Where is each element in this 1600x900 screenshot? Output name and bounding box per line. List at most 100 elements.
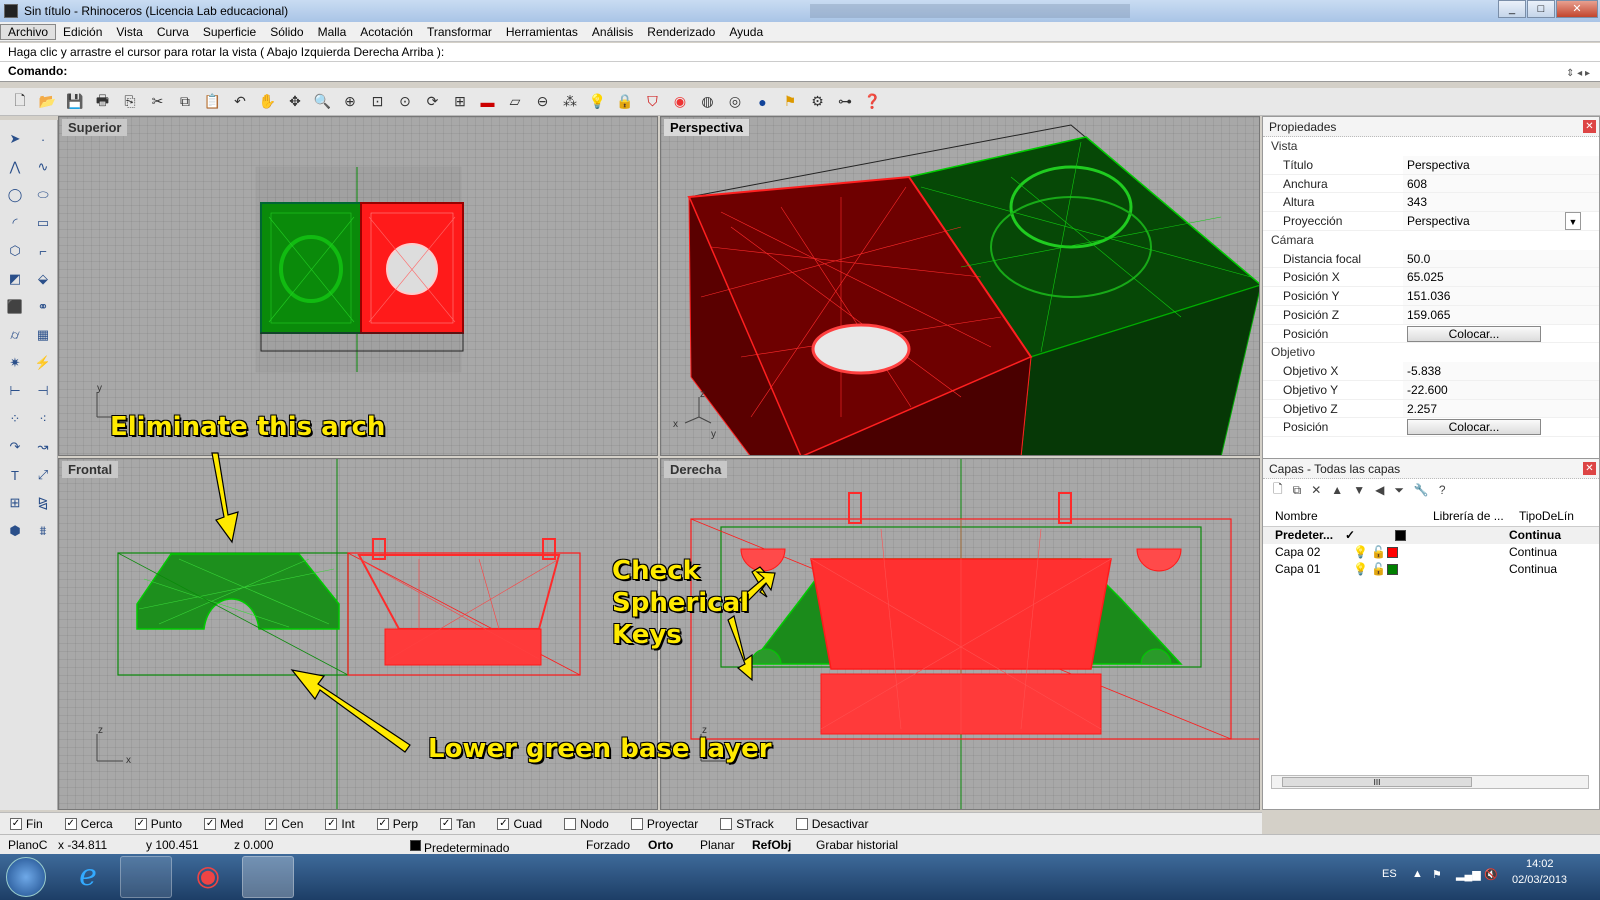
- scale-icon[interactable]: ⤢: [32, 464, 54, 486]
- sphere-wire-icon[interactable]: ◍: [696, 91, 720, 113]
- tools-icon[interactable]: 🔧: [1414, 483, 1429, 497]
- status-orto[interactable]: Orto: [648, 838, 673, 852]
- status-layer[interactable]: Predeterminado: [410, 838, 509, 855]
- chrome-icon[interactable]: ◉: [182, 856, 234, 898]
- new-sublayer-icon[interactable]: ⧉: [1293, 483, 1302, 498]
- light-bulb-icon[interactable]: 💡: [1353, 561, 1371, 578]
- osnap-cen[interactable]: ✓ Cen: [265, 817, 303, 831]
- move-icon[interactable]: ✥: [283, 91, 307, 113]
- clock-date[interactable]: 02/03/2013: [1512, 874, 1567, 886]
- menu-edicion[interactable]: Edición: [56, 25, 109, 39]
- four-viewports-icon[interactable]: ⊞: [448, 91, 472, 113]
- osnap-proyectar[interactable]: Proyectar: [630, 817, 698, 831]
- flag-icon[interactable]: ⚑: [1432, 868, 1442, 881]
- osnap-tan[interactable]: ✓ Tan: [440, 817, 475, 831]
- tray-arrow-icon[interactable]: ▲: [1412, 868, 1423, 880]
- render-sphere-icon[interactable]: ◎: [723, 91, 747, 113]
- snap-icon[interactable]: ⊖: [531, 91, 555, 113]
- prop-value[interactable]: -5.838: [1403, 362, 1599, 380]
- fillet-curve-icon[interactable]: ⌐: [32, 240, 54, 262]
- rectangle-icon[interactable]: ▭: [32, 212, 54, 234]
- zoom-extents-icon[interactable]: ⊡: [366, 91, 390, 113]
- viewport-top[interactable]: Superior y: [58, 116, 658, 456]
- pan-hand-icon[interactable]: ✋: [256, 91, 280, 113]
- menu-malla[interactable]: Malla: [311, 25, 354, 39]
- arc-icon[interactable]: ◜: [4, 212, 26, 234]
- ie-icon[interactable]: ℯ: [62, 856, 114, 898]
- polyline-icon[interactable]: ⋀: [4, 156, 26, 178]
- save-icon[interactable]: 💾: [63, 91, 87, 113]
- menu-superficie[interactable]: Superficie: [196, 25, 263, 39]
- place-target-button[interactable]: Colocar...: [1407, 419, 1541, 436]
- col-linetype[interactable]: TipoDeLín: [1513, 505, 1599, 526]
- move-left-icon[interactable]: ◀: [1375, 483, 1384, 497]
- color-wheel-icon[interactable]: ◉: [668, 91, 692, 113]
- light-bulb-icon[interactable]: 💡: [1353, 544, 1371, 561]
- boolean-union-icon[interactable]: ⚭: [32, 296, 54, 318]
- blend-icon[interactable]: ↷: [4, 436, 26, 458]
- layer-row[interactable]: Capa 01 💡 🔓 Continua: [1263, 561, 1599, 578]
- dimension-icon[interactable]: ⊢: [4, 380, 26, 402]
- copy-icon[interactable]: ⧉: [173, 91, 197, 113]
- menu-archivo[interactable]: Archivo: [0, 23, 57, 40]
- osnap-fin[interactable]: ✓ Fin: [10, 817, 43, 831]
- text-icon[interactable]: T: [4, 464, 26, 486]
- open-folder-icon[interactable]: 📂: [36, 91, 60, 113]
- mirror-icon[interactable]: ⧎: [32, 492, 54, 514]
- close-panel-icon[interactable]: ✕: [1583, 120, 1596, 133]
- col-name[interactable]: Nombre: [1263, 505, 1433, 526]
- chevron-down-icon[interactable]: ▼: [1565, 212, 1581, 230]
- extrude-curve-icon[interactable]: ⬙: [32, 268, 54, 290]
- lock-icon[interactable]: 🔒: [613, 91, 637, 113]
- offset-icon[interactable]: ↝: [32, 436, 54, 458]
- current-check-icon[interactable]: ✓: [1345, 527, 1395, 544]
- blue-sphere-icon[interactable]: ●: [751, 91, 775, 113]
- split-icon[interactable]: ⊣: [32, 380, 54, 402]
- menu-solido[interactable]: Sólido: [263, 25, 310, 39]
- prop-value[interactable]: 65.025: [1403, 268, 1599, 287]
- command-spinner-icon[interactable]: ⇕ ◂ ▸: [1566, 64, 1590, 83]
- menu-vista[interactable]: Vista: [109, 25, 149, 39]
- place-camera-button[interactable]: Colocar...: [1407, 325, 1541, 342]
- grid-icon[interactable]: ⩩: [32, 520, 54, 542]
- box-icon[interactable]: ⬛: [4, 296, 26, 318]
- car-icon[interactable]: ▬: [476, 91, 500, 113]
- solid-tools-icon[interactable]: ⬢: [4, 520, 26, 542]
- status-cplane[interactable]: PlanoC: [8, 838, 47, 852]
- osnap-nodo[interactable]: Nodo: [564, 817, 609, 831]
- col-library[interactable]: Librería de ...: [1433, 505, 1513, 526]
- status-forced[interactable]: Forzado: [586, 838, 630, 852]
- move-down-icon[interactable]: ▼: [1353, 483, 1365, 497]
- prop-value[interactable]: 343: [1403, 193, 1599, 212]
- projection-select[interactable]: Perspectiva: [1403, 212, 1565, 230]
- close-button[interactable]: ✕: [1556, 0, 1598, 18]
- language-indicator[interactable]: ES: [1382, 868, 1397, 880]
- osnap-med[interactable]: ✓ Med: [204, 817, 243, 831]
- unlock-icon[interactable]: 🔓: [1371, 561, 1387, 578]
- menu-transformar[interactable]: Transformar: [420, 25, 499, 39]
- transform-icon[interactable]: ✷: [4, 352, 26, 374]
- layer-row[interactable]: Capa 02 💡 🔓 Continua: [1263, 544, 1599, 561]
- status-history[interactable]: Grabar historial: [816, 838, 898, 852]
- help-icon[interactable]: ?: [1439, 483, 1446, 497]
- osnap-perp[interactable]: ✓ Perp: [376, 817, 418, 831]
- points-on-icon[interactable]: ⁂: [558, 91, 582, 113]
- maximize-button[interactable]: □: [1527, 0, 1555, 18]
- prop-value[interactable]: 50.0: [1403, 249, 1599, 268]
- mesh-icon[interactable]: ▦: [32, 324, 54, 346]
- status-refobj[interactable]: RefObj: [752, 838, 791, 852]
- layer-color[interactable]: [1387, 544, 1509, 561]
- network-icon[interactable]: ▂▄▆: [1456, 868, 1481, 881]
- layer-color[interactable]: [1387, 561, 1509, 578]
- select-arrow-icon[interactable]: ➤: [4, 128, 26, 150]
- prop-value[interactable]: 151.036: [1403, 287, 1599, 305]
- horizontal-scrollbar[interactable]: III: [1271, 775, 1589, 789]
- start-button[interactable]: [6, 857, 46, 897]
- flag-icon[interactable]: ⚑: [778, 91, 802, 113]
- cylinder-icon[interactable]: ⌭: [4, 324, 26, 346]
- prop-value[interactable]: 2.257: [1403, 399, 1599, 418]
- prop-value[interactable]: 159.065: [1403, 305, 1599, 324]
- cut-icon[interactable]: ✂: [146, 91, 170, 113]
- unlock-icon[interactable]: 🔓: [1371, 544, 1387, 561]
- layer-color[interactable]: [1395, 527, 1509, 544]
